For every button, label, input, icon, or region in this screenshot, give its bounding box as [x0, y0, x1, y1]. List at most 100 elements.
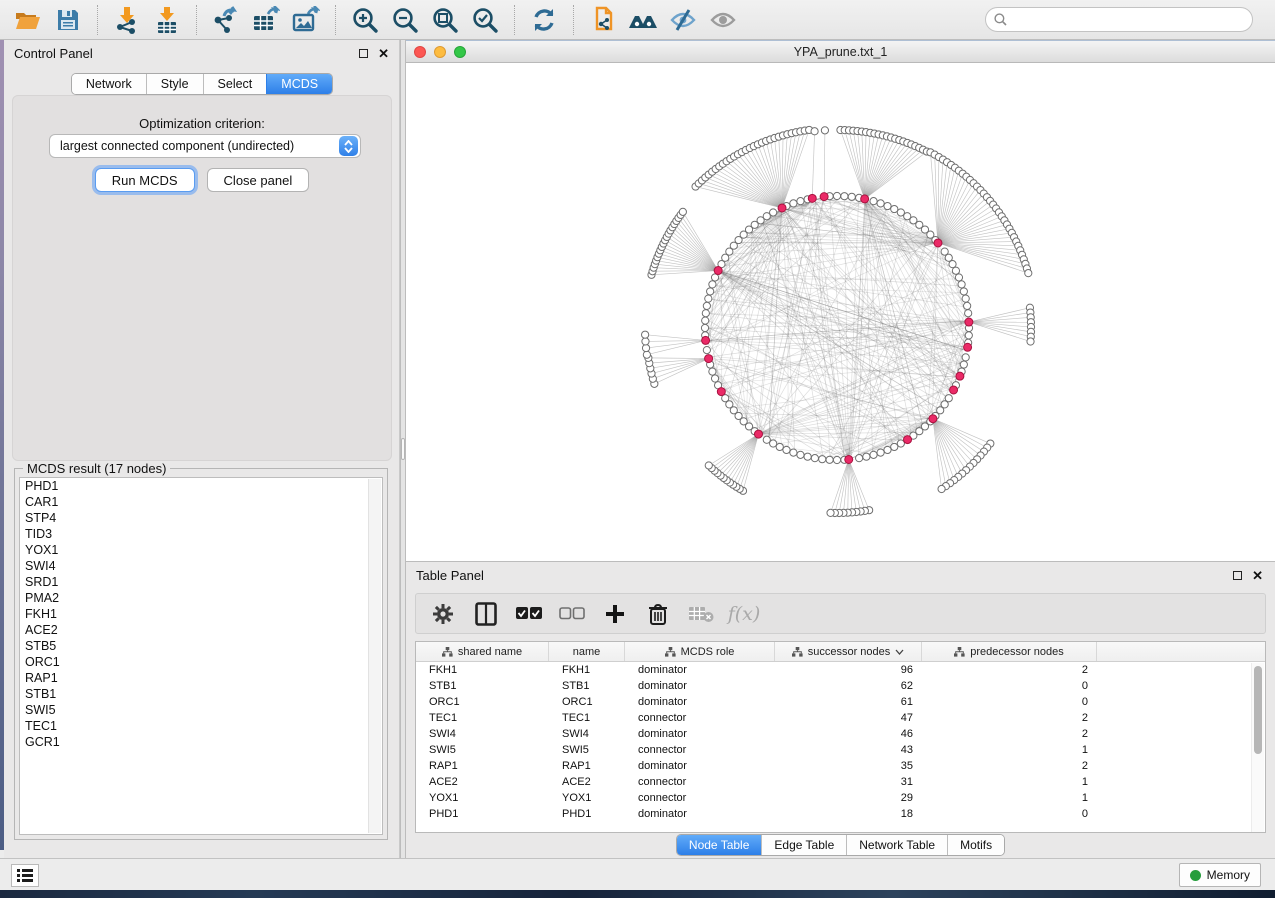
float-table-panel-icon[interactable] — [1233, 571, 1242, 580]
memory-button[interactable]: Memory — [1179, 863, 1261, 887]
mcds-result-item[interactable]: ORC1 — [20, 654, 382, 670]
table-row[interactable]: SWI4SWI4dominator462 — [416, 726, 1265, 742]
graph-satellite-node[interactable] — [679, 208, 686, 215]
table-row[interactable]: ORC1ORC1dominator610 — [416, 694, 1265, 710]
splitter-grip[interactable] — [401, 438, 405, 460]
node-table[interactable]: shared namenameMCDS rolesuccessor nodesp… — [415, 641, 1266, 833]
table-row[interactable]: YOX1YOX1connector291 — [416, 790, 1265, 806]
close-table-panel-icon[interactable]: ✕ — [1252, 571, 1263, 580]
tab-motifs[interactable]: Motifs — [947, 835, 1004, 855]
graph-satellite-node[interactable] — [938, 485, 945, 492]
graph-mcds-hub-node[interactable] — [929, 415, 937, 423]
graph-node[interactable] — [960, 288, 967, 295]
column-header-MCDS-role[interactable]: MCDS role — [625, 642, 775, 661]
table-row[interactable]: STB1STB1dominator620 — [416, 678, 1265, 694]
graph-mcds-hub-node[interactable] — [956, 372, 964, 380]
graph-mcds-hub-node[interactable] — [950, 386, 958, 394]
column-header-predecessor-nodes[interactable]: predecessor nodes — [922, 642, 1097, 661]
search-input[interactable] — [1012, 13, 1244, 27]
zoom-in-icon[interactable] — [345, 2, 385, 38]
graph-node[interactable] — [711, 375, 718, 382]
table-scrollbar[interactable] — [1251, 663, 1264, 832]
mcds-result-item[interactable]: PMA2 — [20, 590, 382, 606]
tab-edge-table[interactable]: Edge Table — [761, 835, 846, 855]
graph-node[interactable] — [701, 324, 708, 331]
import-table-icon[interactable] — [147, 2, 187, 38]
mcds-result-item[interactable]: CAR1 — [20, 494, 382, 510]
graph-node[interactable] — [811, 455, 818, 462]
delete-rows-icon[interactable] — [645, 601, 671, 627]
zoom-out-icon[interactable] — [385, 2, 425, 38]
graph-mcds-hub-node[interactable] — [845, 455, 853, 463]
float-panel-icon[interactable] — [359, 49, 368, 58]
apply-preferred-layout-icon[interactable] — [524, 2, 564, 38]
graph-mcds-hub-node[interactable] — [861, 195, 869, 203]
mcds-result-item[interactable]: PHD1 — [20, 478, 382, 494]
mcds-result-item[interactable]: SWI4 — [20, 558, 382, 574]
graph-node[interactable] — [964, 302, 971, 309]
search-network-icon[interactable] — [623, 2, 663, 38]
network-graph-canvas[interactable] — [406, 63, 1275, 561]
mcds-result-item[interactable]: FKH1 — [20, 606, 382, 622]
graph-satellite-node[interactable] — [1025, 270, 1032, 277]
network-window-titlebar[interactable]: YPA_prune.txt_1 — [406, 40, 1275, 63]
graph-node[interactable] — [958, 281, 965, 288]
graph-mcds-hub-node[interactable] — [964, 343, 972, 351]
unselect-all-icon[interactable] — [559, 601, 585, 627]
graph-satellite-node[interactable] — [1027, 338, 1034, 345]
zoom-selected-icon[interactable] — [465, 2, 505, 38]
zoom-fit-icon[interactable] — [425, 2, 465, 38]
mcds-result-item[interactable]: SRD1 — [20, 574, 382, 590]
graph-node[interactable] — [763, 436, 770, 443]
mcds-result-item[interactable]: ACE2 — [20, 622, 382, 638]
graph-mcds-hub-node[interactable] — [714, 267, 722, 275]
select-all-icon[interactable] — [516, 601, 542, 627]
tab-select[interactable]: Select — [203, 74, 267, 94]
graph-satellite-node[interactable] — [642, 344, 649, 351]
graph-node[interactable] — [884, 202, 891, 209]
graph-node[interactable] — [955, 274, 962, 281]
graph-node[interactable] — [962, 295, 969, 302]
graph-node[interactable] — [709, 281, 716, 288]
graph-node[interactable] — [703, 347, 710, 354]
graph-node[interactable] — [707, 288, 714, 295]
column-header-name[interactable]: name — [549, 642, 625, 661]
graph-node[interactable] — [863, 453, 870, 460]
mcds-result-item[interactable]: YOX1 — [20, 542, 382, 558]
graph-node[interactable] — [797, 198, 804, 205]
graph-satellite-node[interactable] — [811, 128, 818, 135]
mcds-result-item[interactable]: GCR1 — [20, 734, 382, 750]
export-table-icon[interactable] — [246, 2, 286, 38]
table-row[interactable]: RAP1RAP1dominator352 — [416, 758, 1265, 774]
graph-node[interactable] — [833, 192, 840, 199]
graph-node[interactable] — [960, 361, 967, 368]
graph-node[interactable] — [705, 295, 712, 302]
graph-mcds-hub-node[interactable] — [965, 318, 973, 326]
table-row[interactable]: SWI5SWI5connector431 — [416, 742, 1265, 758]
tab-style[interactable]: Style — [146, 74, 203, 94]
mcds-result-item[interactable]: TID3 — [20, 526, 382, 542]
graph-node[interactable] — [884, 446, 891, 453]
table-scrollbar-thumb[interactable] — [1254, 666, 1262, 754]
table-row[interactable]: TEC1TEC1connector472 — [416, 710, 1265, 726]
table-row[interactable]: FKH1FKH1dominator962 — [416, 662, 1265, 678]
column-header-successor-nodes[interactable]: successor nodes — [775, 642, 922, 661]
mcds-result-list[interactable]: PHD1CAR1STP4TID3YOX1SWI4SRD1PMA2FKH1ACE2… — [19, 477, 383, 835]
mcds-result-item[interactable]: STP4 — [20, 510, 382, 526]
task-history-button[interactable] — [11, 864, 39, 887]
graph-node[interactable] — [841, 193, 848, 200]
close-panel-icon[interactable]: ✕ — [378, 49, 389, 58]
graph-node[interactable] — [891, 205, 898, 212]
graph-node[interactable] — [856, 455, 863, 462]
mcds-result-item[interactable]: STB5 — [20, 638, 382, 654]
graph-node[interactable] — [804, 453, 811, 460]
graph-node[interactable] — [962, 354, 969, 361]
graph-node[interactable] — [848, 193, 855, 200]
add-row-icon[interactable] — [602, 601, 628, 627]
mcds-result-item[interactable]: STB1 — [20, 686, 382, 702]
export-network-icon[interactable] — [206, 2, 246, 38]
graph-mcds-hub-node[interactable] — [820, 193, 828, 201]
graph-satellite-node[interactable] — [821, 127, 828, 134]
open-session-icon[interactable] — [8, 2, 48, 38]
graph-node[interactable] — [952, 267, 959, 274]
